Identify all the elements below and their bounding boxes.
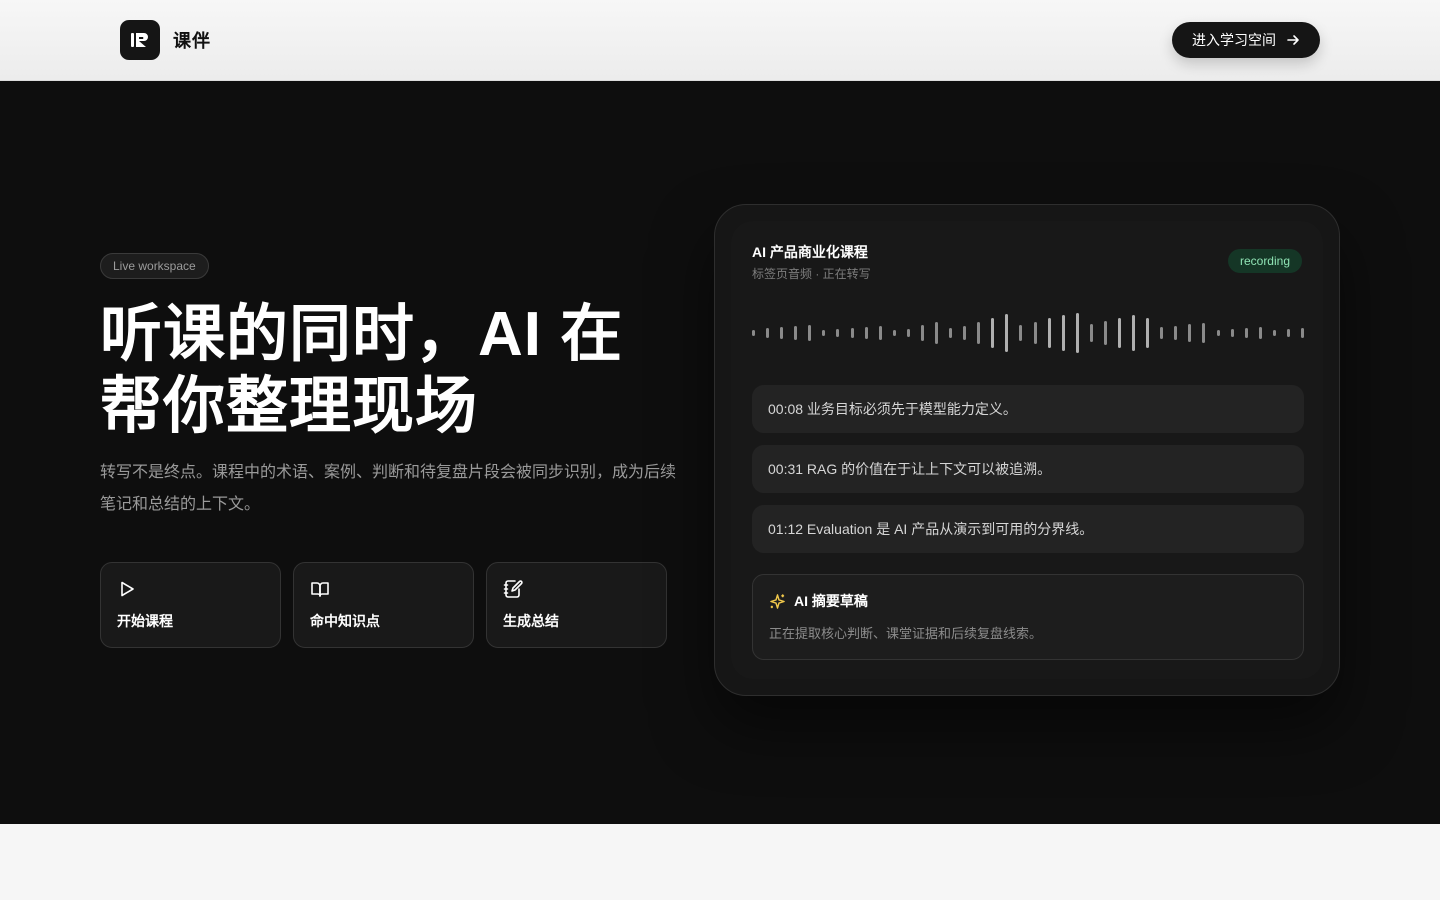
waveform-bar <box>752 330 755 336</box>
transcript-text: 00:08 业务目标必须先于模型能力定义。 <box>768 401 1017 417</box>
knowledge-hit-button[interactable]: 命中知识点 <box>293 562 474 648</box>
headline-line-2: 帮你整理现场 <box>100 372 479 441</box>
hero-headline: 听课的同时，AI 在 帮你整理现场 <box>100 299 700 443</box>
waveform-bar <box>1089 324 1093 342</box>
top-nav: 课伴 进入学习空间 <box>0 0 1440 81</box>
transcript-text: 01:12 Evaluation 是 AI 产品从演示到可用的分界线。 <box>768 521 1094 537</box>
waveform-bar <box>935 322 938 344</box>
waveform-bar <box>766 328 770 338</box>
waveform-bar <box>1202 323 1206 343</box>
waveform-bar <box>1174 326 1178 340</box>
waveform-bar <box>949 328 953 338</box>
waveform-bar <box>1132 315 1136 351</box>
waveform-bar <box>920 325 924 341</box>
waveform-bar <box>1075 313 1079 353</box>
waveform-bar <box>864 327 868 339</box>
generate-summary-label: 生成总结 <box>503 613 559 629</box>
waveform-bar <box>1005 314 1009 352</box>
waveform-bar <box>1230 329 1234 337</box>
arrow-right-icon <box>1287 35 1299 45</box>
action-buttons: 开始课程 命中知识点 生成总结 <box>100 562 667 648</box>
waveform-bar <box>1258 327 1262 339</box>
transcript-segment[interactable]: 00:31 RAG 的价值在于让上下文可以被追溯。 <box>752 445 1304 493</box>
waveform-bar <box>1047 318 1051 348</box>
play-icon <box>121 581 134 597</box>
hero-subtitle: 转写不是终点。课程中的术语、案例、判断和待复盘片段会被同步识别，成为后续笔记和总… <box>100 464 677 513</box>
ai-summary-panel: AI 摘要草稿 正在提取核心判断、课堂证据和后续复盘线索。 <box>752 574 1304 660</box>
course-subtitle: 标签页音频 · 正在转写 <box>752 267 871 281</box>
sparkles-icon <box>770 593 785 609</box>
waveform-bar <box>1301 328 1304 338</box>
transcript-segment[interactable]: 00:08 业务目标必须先于模型能力定义。 <box>752 385 1304 433</box>
recording-badge: recording <box>1227 249 1302 273</box>
waveform-bar <box>1188 324 1192 342</box>
logo-icon <box>120 20 160 60</box>
waveform-bar <box>1272 330 1276 336</box>
waveform-bar <box>1033 322 1037 344</box>
waveform-bar <box>1244 328 1248 338</box>
book-open-icon <box>311 582 329 597</box>
brand[interactable]: 课伴 <box>120 20 211 60</box>
waveform-bar <box>991 318 995 348</box>
waveform-bar <box>1160 327 1164 339</box>
course-title: AI 产品商业化课程 <box>752 244 868 260</box>
waveform-bar <box>808 325 812 341</box>
summary-title: AI 摘要草稿 <box>794 593 868 609</box>
start-course-label: 开始课程 <box>117 613 173 629</box>
waveform-bar <box>850 328 854 338</box>
hero-section: Live workspace 听课的同时，AI 在 帮你整理现场 转写不是终点。… <box>0 81 1440 824</box>
waveform-bar <box>892 330 896 336</box>
waveform-bar <box>1103 321 1107 345</box>
waveform-bar <box>836 329 840 337</box>
transcript-segment[interactable]: 01:12 Evaluation 是 AI 产品从演示到可用的分界线。 <box>752 505 1304 553</box>
generate-summary-button[interactable]: 生成总结 <box>486 562 667 648</box>
audio-waveform <box>752 311 1304 355</box>
brand-name: 课伴 <box>173 31 211 51</box>
waveform-bar <box>1146 318 1150 348</box>
waveform-bar <box>878 326 882 340</box>
waveform-bar <box>794 326 798 340</box>
waveform-bar <box>906 329 910 337</box>
transcript-text: 00:31 RAG 的价值在于让上下文可以被追溯。 <box>768 461 1052 477</box>
waveform-bar <box>1216 330 1220 336</box>
summary-text: 正在提取核心判断、课堂证据和后续复盘线索。 <box>769 626 1043 641</box>
notebook-pen-icon <box>503 580 523 598</box>
waveform-bar <box>963 326 967 340</box>
recording-card: AI 产品商业化课程 标签页音频 · 正在转写 recording 00:08 … <box>714 204 1340 696</box>
waveform-bar <box>1061 315 1065 351</box>
live-badge: Live workspace <box>100 253 209 279</box>
enter-workspace-button[interactable]: 进入学习空间 <box>1172 22 1320 58</box>
headline-line-1: 听课的同时，AI 在 <box>100 300 624 369</box>
waveform-bar <box>1019 325 1023 341</box>
start-course-button[interactable]: 开始课程 <box>100 562 281 648</box>
summary-header: AI 摘要草稿 <box>769 591 1287 611</box>
waveform-bar <box>977 322 981 344</box>
waveform-bar <box>780 327 784 339</box>
waveform-bar <box>822 330 826 336</box>
knowledge-hit-label: 命中知识点 <box>310 613 380 629</box>
enter-workspace-label: 进入学习空间 <box>1192 32 1276 48</box>
waveform-bar <box>1118 318 1121 348</box>
waveform-bar <box>1286 329 1290 337</box>
